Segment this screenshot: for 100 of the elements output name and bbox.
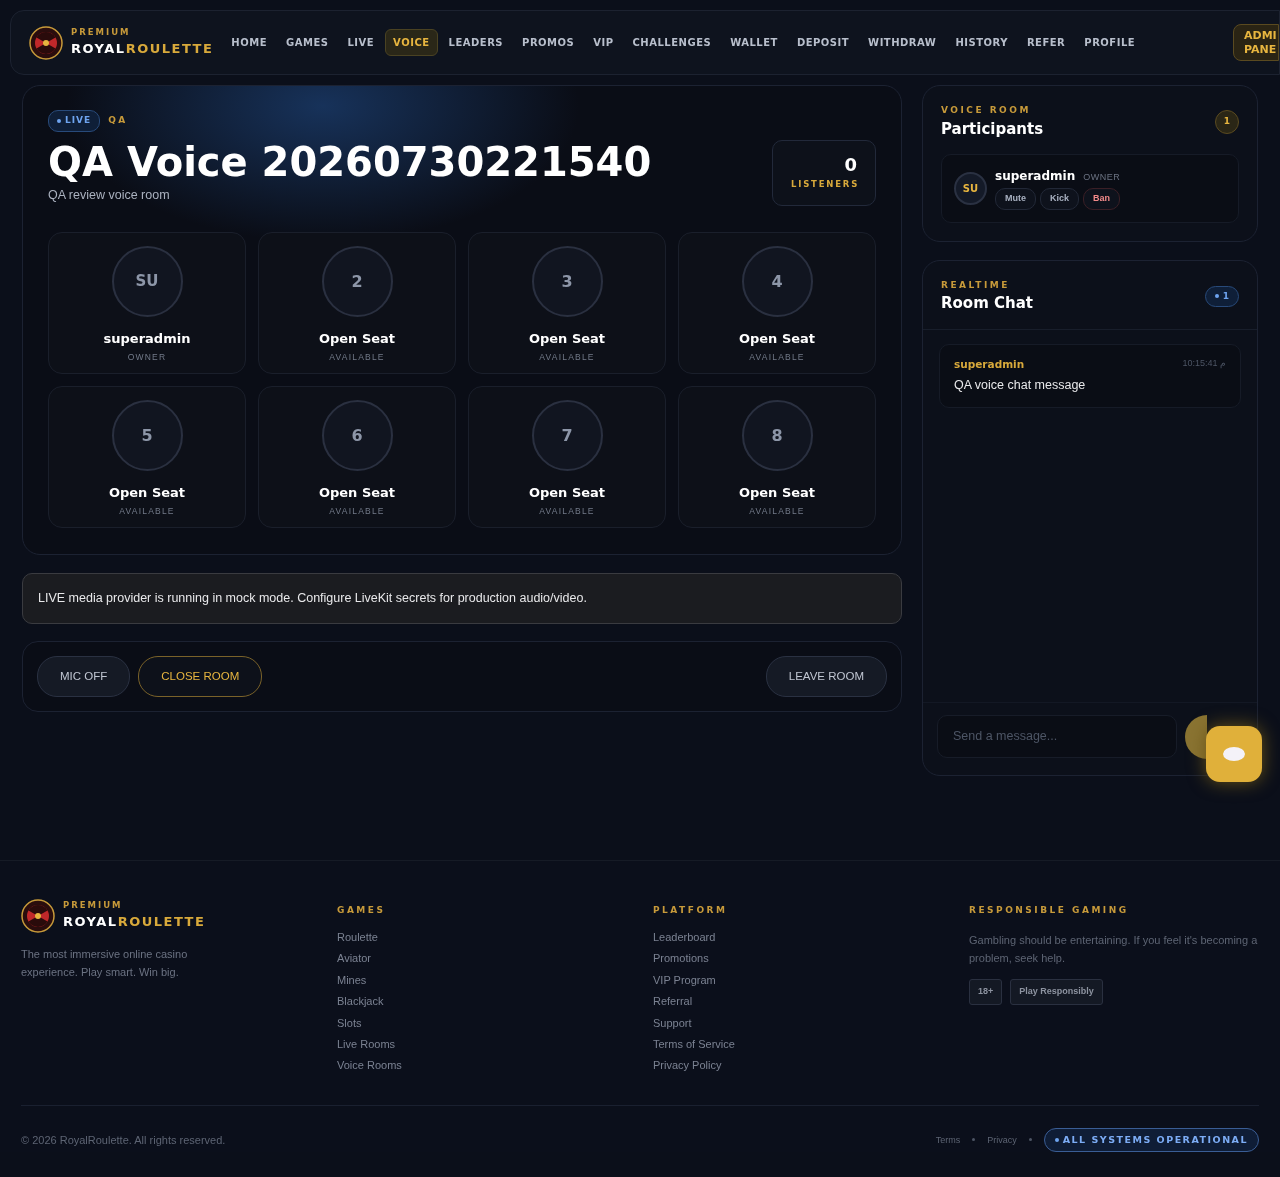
- action-button[interactable]: Kick: [1040, 188, 1079, 210]
- seat-card[interactable]: 6 Open Seat AVAILABLE: [258, 386, 456, 528]
- mic-off-button[interactable]: MIC OFF: [37, 655, 131, 697]
- seat-name: Open Seat: [527, 330, 607, 348]
- nav-link[interactable]: DEPOSIT: [788, 29, 858, 56]
- footer-link[interactable]: Live Rooms: [337, 1034, 396, 1056]
- nav-link[interactable]: WALLET: [722, 29, 786, 56]
- seat-name: Open Seat: [737, 330, 817, 348]
- seat-status: AVAILABLE: [118, 504, 176, 518]
- footer-link[interactable]: Slots: [337, 1012, 362, 1035]
- nav-link[interactable]: WITHDRAW: [860, 29, 945, 56]
- footer-link[interactable]: Mines: [337, 969, 367, 992]
- seat-name: Open Seat: [107, 484, 187, 502]
- seat-card[interactable]: 3 Open Seat AVAILABLE: [468, 232, 666, 374]
- listeners-count: 0: [843, 153, 857, 177]
- seat-name: superadmin: [102, 330, 192, 348]
- seat-card[interactable]: 2 Open Seat AVAILABLE: [258, 232, 456, 374]
- separator-dot: [972, 1138, 976, 1142]
- room-tag: QA: [108, 114, 128, 128]
- info-badge: Play Responsibly: [1010, 979, 1103, 1005]
- seat-number: 7: [531, 400, 603, 471]
- seat-status: AVAILABLE: [328, 350, 386, 364]
- admin-panel-button[interactable]: ADMI PANE: [1233, 24, 1279, 61]
- footer-link[interactable]: Promotions: [653, 948, 709, 970]
- seat-card[interactable]: 5 Open Seat AVAILABLE: [48, 386, 246, 528]
- seat-card[interactable]: 4 Open Seat AVAILABLE: [678, 232, 876, 374]
- send-button[interactable]: [1185, 714, 1207, 759]
- message-input[interactable]: Send a message...: [937, 715, 1177, 758]
- seat-number: 3: [531, 246, 603, 317]
- brand-name: ROYAL ROULETTE: [63, 913, 206, 932]
- panel-eyebrow: VOICE ROOM: [941, 104, 1032, 117]
- seat-status: AVAILABLE: [748, 350, 806, 364]
- listeners-label: LISTENERS: [791, 178, 857, 191]
- nav-link[interactable]: VOICE: [385, 29, 438, 56]
- nav-link[interactable]: HISTORY: [947, 29, 1016, 56]
- footer-link[interactable]: Voice Rooms: [337, 1055, 402, 1077]
- brand-tagline: PREMIUM: [63, 899, 124, 913]
- action-button[interactable]: Mute: [995, 188, 1036, 210]
- participant-name: superadmin: [995, 168, 1076, 185]
- footer-link[interactable]: Referral: [653, 991, 693, 1013]
- footer-link[interactable]: Aviator: [337, 948, 372, 970]
- info-badge: 18+: [969, 979, 1003, 1005]
- footer-link[interactable]: VIP Program: [653, 969, 716, 992]
- footer-link[interactable]: Support: [653, 1012, 692, 1035]
- separator-dot: [1028, 1138, 1032, 1142]
- seat-number: 8: [741, 400, 813, 471]
- footer-heading: GAMES: [337, 903, 387, 917]
- footer-link[interactable]: Leaderboard: [653, 927, 716, 949]
- footer-link[interactable]: Terms of Service: [653, 1034, 735, 1056]
- status-badge: ALL SYSTEMS OPERATIONAL: [1043, 1127, 1259, 1153]
- panel-title: Participants: [941, 118, 1044, 140]
- footer-link[interactable]: Roulette: [337, 927, 378, 949]
- participant-count: 1: [1215, 110, 1239, 134]
- message-text: QA voice chat message: [954, 377, 1087, 395]
- seat-status: AVAILABLE: [538, 350, 596, 364]
- seat-card[interactable]: 7 Open Seat AVAILABLE: [468, 386, 666, 528]
- seat-number: 4: [741, 246, 813, 317]
- nav-link[interactable]: VIP: [585, 29, 622, 56]
- user-avatar: SU: [954, 171, 987, 205]
- nav-link[interactable]: CHALLENGES: [624, 29, 720, 56]
- message-count: 1: [1204, 285, 1239, 308]
- footer-link[interactable]: Blackjack: [337, 991, 384, 1013]
- chat-widget-button[interactable]: [1206, 726, 1262, 782]
- mock-mode-notice: LIVE media provider is running in mock mode. Configure LiveKit secrets for production audio/video.: [22, 573, 902, 624]
- seat-number: 5: [111, 400, 183, 471]
- participant-role: OWNER: [1083, 171, 1121, 184]
- close-room-button[interactable]: CLOSE ROOM: [138, 655, 263, 697]
- room-subtitle: QA review voice room: [48, 186, 171, 204]
- nav-link[interactable]: HOME: [223, 29, 275, 56]
- responsible-text: Gambling should be entertaining. If you feel it's becoming a problem, seek help.: [969, 933, 1259, 966]
- footer-heading: PLATFORM: [653, 903, 729, 917]
- seat-status: AVAILABLE: [748, 504, 806, 518]
- copyright-text: © 2026 RoyalRoulette. All rights reserved.: [21, 1132, 226, 1148]
- seat-status: OWNER: [126, 350, 168, 364]
- ban-button[interactable]: Ban: [1083, 188, 1121, 210]
- seat-name: Open Seat: [527, 484, 607, 502]
- message-author: superadmin: [954, 356, 1025, 372]
- nav-link[interactable]: LIVE: [339, 29, 383, 56]
- seat-name: Open Seat: [737, 484, 817, 502]
- leave-room-button[interactable]: LEAVE ROOM: [765, 655, 887, 697]
- footer-about: The most immersive online casino experience. Play smart. Win big.: [21, 946, 189, 980]
- seat-status: AVAILABLE: [538, 504, 596, 518]
- seat-card[interactable]: SU superadmin OWNER: [48, 232, 246, 374]
- footer-link[interactable]: Privacy Policy: [653, 1055, 722, 1077]
- nav-link[interactable]: LEADERS: [440, 29, 512, 56]
- roulette-logo-icon: [21, 898, 55, 933]
- seat-card[interactable]: 8 Open Seat AVAILABLE: [678, 386, 876, 528]
- seat-number: 6: [321, 400, 393, 471]
- footer-heading: RESPONSIBLE GAMING: [969, 903, 1130, 917]
- nav-link[interactable]: REFER: [1018, 29, 1074, 56]
- seat-name: Open Seat: [317, 330, 397, 348]
- brand-tagline: PREMIUM: [71, 26, 132, 40]
- nav-link[interactable]: GAMES: [278, 29, 337, 56]
- nav-link[interactable]: PROFILE: [1076, 29, 1144, 56]
- room-title: QA Voice 20260730221540: [48, 139, 652, 184]
- brand-name: ROYAL ROULETTE: [71, 40, 214, 59]
- blob-icon: [1222, 746, 1246, 762]
- seat-number: 2: [321, 246, 393, 317]
- panel-title: Room Chat: [941, 293, 1033, 314]
- nav-link[interactable]: PROMOS: [514, 29, 583, 56]
